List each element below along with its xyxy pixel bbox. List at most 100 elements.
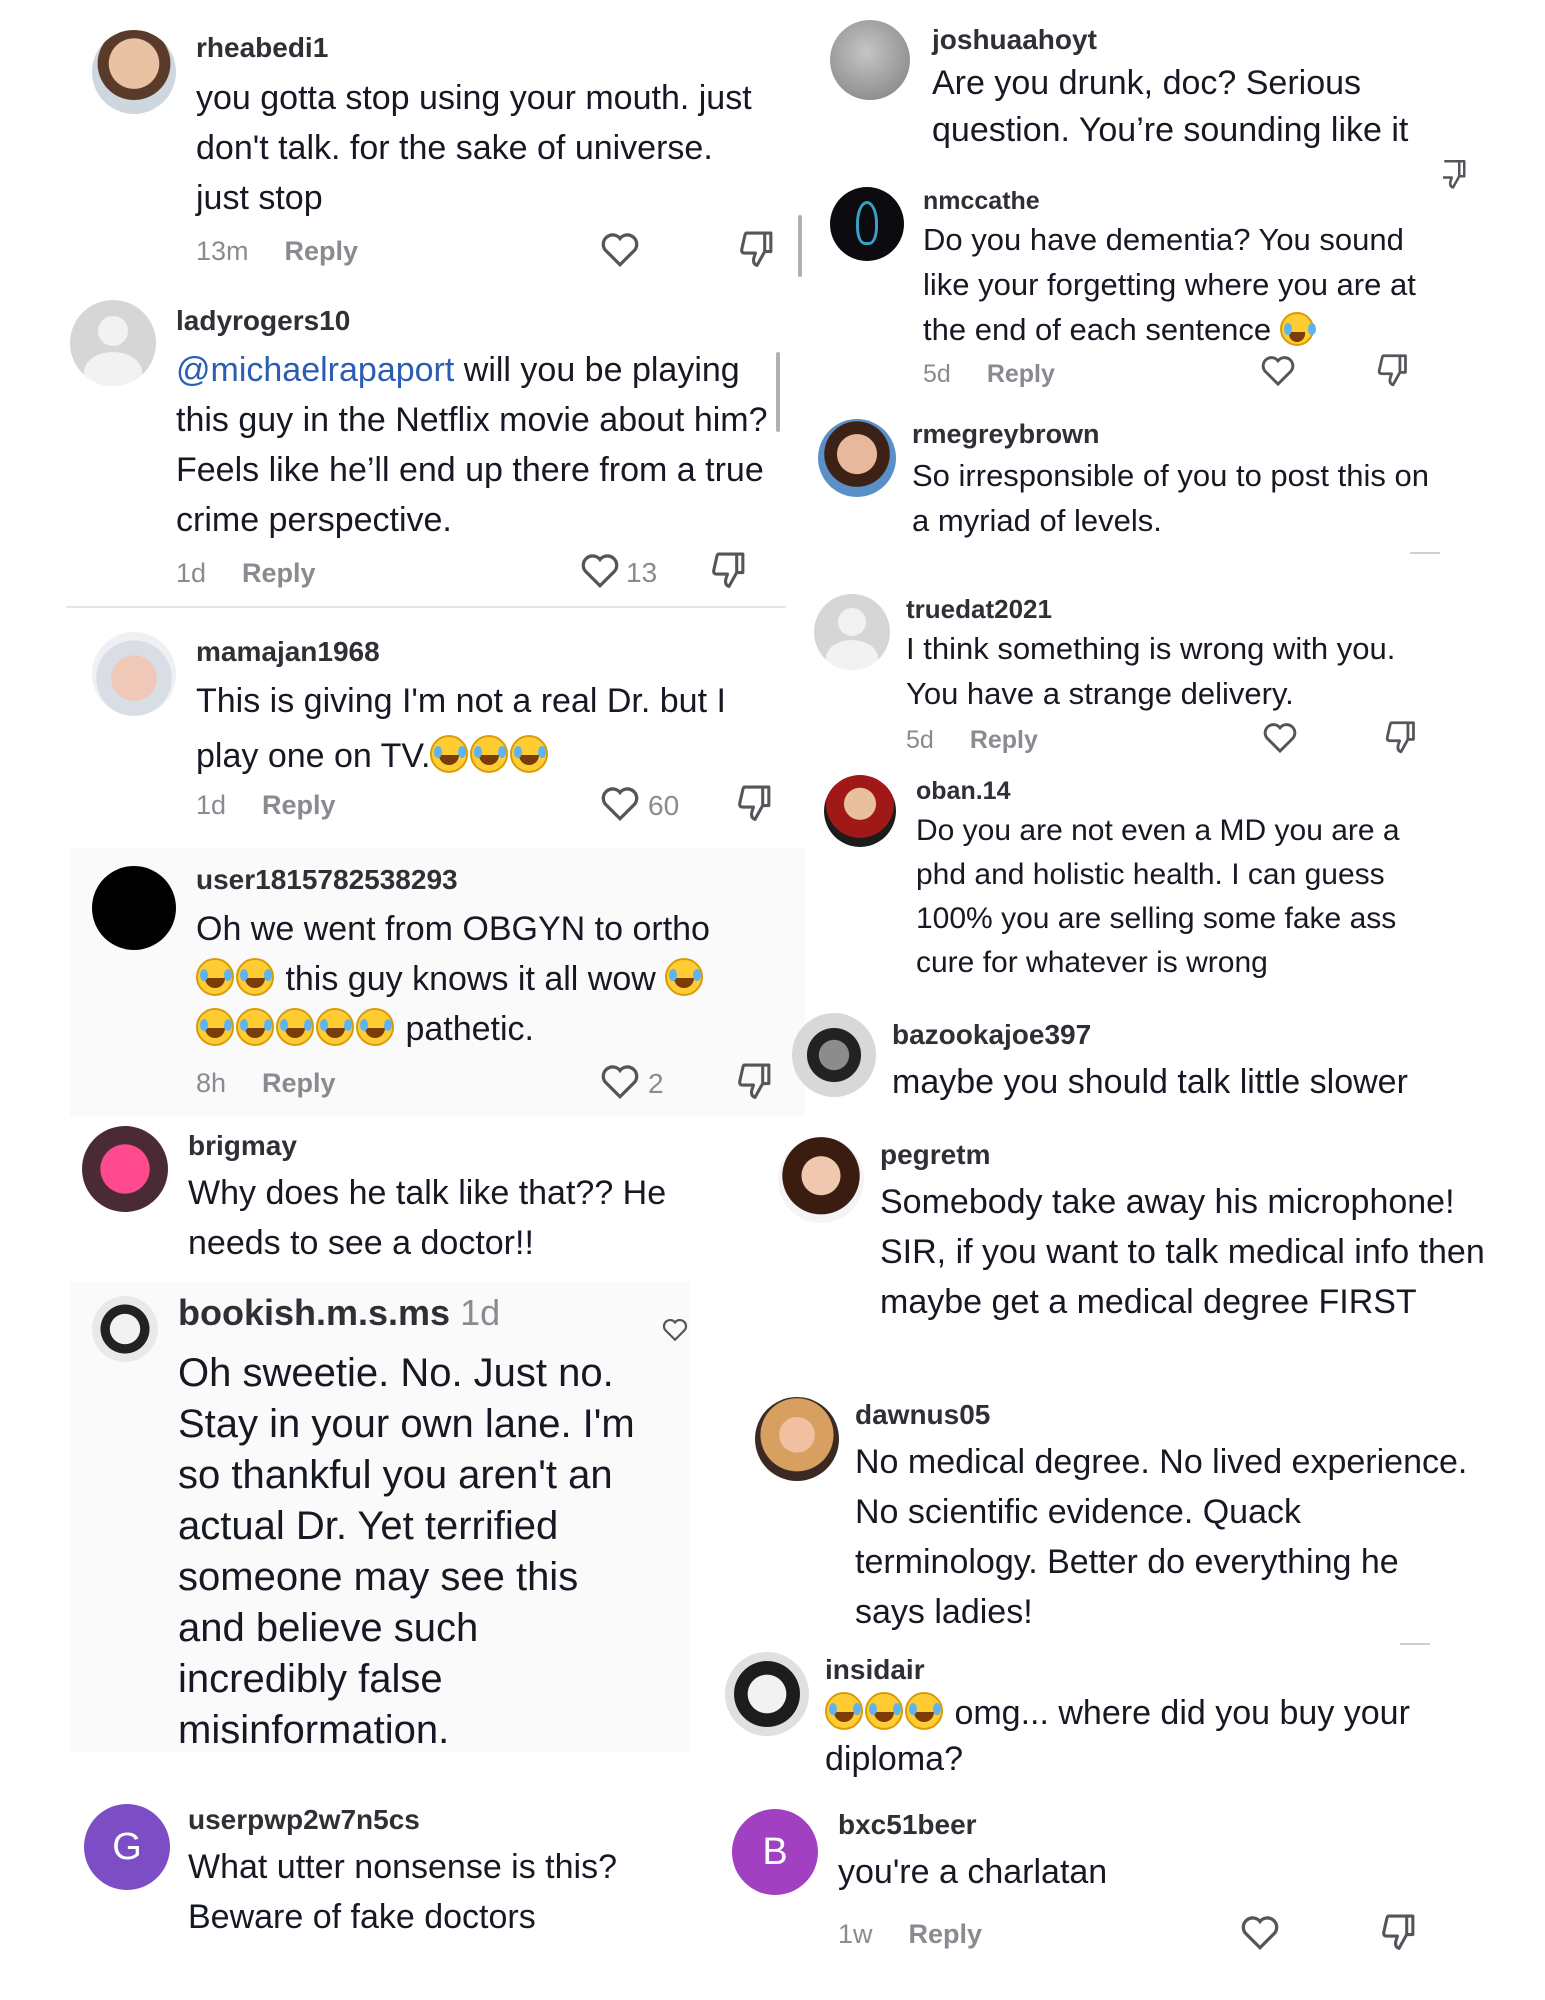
username[interactable]: dawnus05 — [855, 1399, 990, 1431]
heart-icon[interactable] — [580, 553, 620, 589]
comment-bookish: bookish.m.s.ms 1d Oh sweetie. No. Just n… — [70, 1282, 690, 1752]
laughing-emoji — [196, 1008, 396, 1048]
reply-button[interactable]: Reply — [970, 726, 1038, 754]
comment-meta: 5d Reply — [906, 726, 1038, 755]
username[interactable]: pegretm — [880, 1139, 990, 1171]
reply-button[interactable]: Reply — [262, 1068, 336, 1098]
scrollbar[interactable] — [776, 352, 780, 432]
dislike-icon[interactable] — [736, 1062, 774, 1102]
dislike-icon[interactable] — [1380, 1913, 1418, 1953]
heart-icon[interactable] — [1240, 1915, 1280, 1951]
username-row: bookish.m.s.ms 1d — [178, 1292, 500, 1334]
avatar[interactable] — [818, 419, 896, 497]
timestamp: 5d — [923, 360, 951, 388]
reply-button[interactable]: Reply — [909, 1919, 983, 1949]
comment-text: So irresponsible of you to post this on … — [912, 458, 1429, 538]
laughing-emoji — [825, 1692, 945, 1732]
comment-text: omg... where did you buy your diploma? — [825, 1692, 1410, 1778]
comment-insidair: insidair omg... where did you buy your d… — [715, 1640, 1545, 1790]
comment-text: Oh we went from OBGYN to ortho this guy … — [196, 910, 710, 1048]
avatar[interactable] — [725, 1652, 809, 1736]
dislike-icon[interactable] — [1384, 720, 1418, 756]
comment-meta: 1w Reply — [838, 1919, 982, 1950]
comment-text: maybe you should talk little slower — [892, 1063, 1408, 1101]
avatar[interactable] — [814, 594, 890, 670]
reply-button[interactable]: Reply — [987, 360, 1055, 388]
like-count: 13 — [626, 557, 658, 588]
laughing-emoji — [1279, 312, 1316, 347]
comment-oban14: oban.14 Do you are not even a MD you are… — [820, 765, 1545, 1005]
mention-link[interactable]: @michaelrapaport — [176, 351, 454, 389]
reply-button[interactable]: Reply — [262, 790, 336, 820]
heart-icon[interactable] — [600, 786, 640, 822]
heart-icon[interactable] — [1260, 355, 1296, 387]
username[interactable]: rmegreybrown — [912, 419, 1100, 450]
comment-userpwp2w7n5cs: G userpwp2w7n5cs What utter nonsense is … — [70, 1790, 805, 1970]
username[interactable]: user1815782538293 — [196, 864, 458, 896]
avatar[interactable]: B — [732, 1809, 818, 1895]
comment-text: Do you have dementia? You sound like you… — [923, 222, 1416, 347]
username[interactable]: truedat2021 — [906, 594, 1052, 625]
comment-brigmay: brigmay Why does he talk like that?? He … — [70, 1116, 805, 1281]
username[interactable]: nmccathe — [923, 187, 1040, 216]
avatar[interactable] — [92, 1296, 158, 1362]
like-count: 2 — [648, 1068, 664, 1099]
username[interactable]: oban.14 — [916, 777, 1010, 806]
avatar[interactable] — [92, 866, 176, 950]
reply-button[interactable]: Reply — [242, 558, 316, 588]
username[interactable]: userpwp2w7n5cs — [188, 1804, 420, 1836]
reply-button[interactable]: Reply — [285, 236, 359, 266]
dislike-icon[interactable] — [736, 784, 774, 824]
comment-rheabedi1: rheabedi1 you gotta stop using your mout… — [70, 0, 810, 285]
username[interactable]: rheabedi1 — [196, 32, 328, 64]
like-count: 60 — [648, 790, 680, 821]
avatar[interactable] — [92, 30, 176, 114]
timestamp: 8h — [196, 1068, 227, 1098]
username[interactable]: joshuaahoyt — [932, 24, 1097, 56]
comment-pegretm: pegretm Somebody take away his microphon… — [770, 1125, 1545, 1380]
dislike-icon[interactable] — [738, 230, 776, 270]
laughing-emoji — [665, 958, 705, 998]
username[interactable]: bxc51beer — [838, 1809, 977, 1841]
avatar[interactable] — [792, 1013, 876, 1097]
comment-mamajan1968: mamajan1968 This is giving I'm not a rea… — [70, 612, 810, 842]
avatar[interactable] — [92, 632, 176, 716]
laughing-emoji — [430, 735, 550, 775]
timestamp: 5d — [906, 726, 934, 754]
avatar[interactable] — [70, 300, 156, 386]
heart-icon[interactable] — [1262, 722, 1298, 754]
comment-text: Somebody take away his microphone! SIR, … — [880, 1183, 1485, 1321]
heart-icon[interactable] — [600, 232, 640, 268]
avatar[interactable] — [830, 187, 904, 261]
dislike-icon[interactable] — [1376, 353, 1410, 389]
scorpion-icon — [856, 201, 878, 245]
comment-text: What utter nonsense is this? Beware of f… — [188, 1848, 618, 1936]
heart-icon[interactable] — [600, 1064, 640, 1100]
avatar[interactable] — [82, 1126, 168, 1212]
username[interactable]: brigmay — [188, 1130, 297, 1162]
comment-ladyrogers10: ladyrogers10 @michaelrapaport will you b… — [50, 285, 790, 605]
username[interactable]: insidair — [825, 1654, 925, 1686]
dislike-icon[interactable] — [710, 551, 748, 591]
heart-icon[interactable] — [662, 1318, 688, 1342]
username[interactable]: mamajan1968 — [196, 636, 380, 668]
comment-text: This is giving I'm not a real Dr. but I … — [196, 682, 726, 775]
username[interactable]: ladyrogers10 — [176, 305, 350, 337]
avatar[interactable] — [824, 775, 896, 847]
timestamp: 1w — [838, 1919, 873, 1949]
comment-truedat2021: truedat2021 I think something is wrong w… — [810, 580, 1545, 765]
comment-user1815782538293: user1815782538293 Oh we went from OBGYN … — [70, 848, 805, 1116]
comment-meta: 13m Reply — [196, 236, 358, 267]
comment-text: @michaelrapaport will you be playing thi… — [176, 351, 768, 539]
comment-text: Why does he talk like that?? He needs to… — [188, 1174, 667, 1262]
avatar[interactable] — [830, 20, 910, 100]
avatar[interactable] — [778, 1137, 864, 1223]
scrollbar[interactable] — [798, 215, 802, 277]
username[interactable]: bookish.m.s.ms — [178, 1292, 450, 1333]
timestamp: 13m — [196, 236, 249, 266]
username[interactable]: bazookajoe397 — [892, 1019, 1091, 1051]
avatar[interactable]: G — [84, 1804, 170, 1890]
comment-meta: 8h Reply — [196, 1068, 336, 1099]
avatar[interactable] — [755, 1397, 839, 1481]
comment-meta: 5d Reply — [923, 360, 1055, 389]
